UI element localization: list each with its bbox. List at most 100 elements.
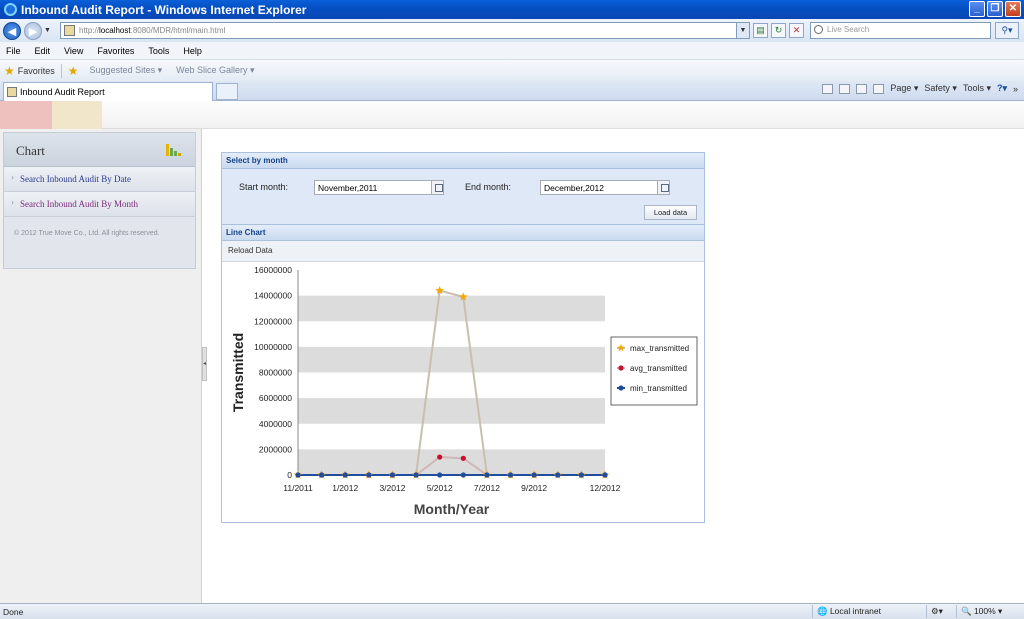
y-axis-title: Transmitted [230, 333, 246, 412]
y-tick-label: 2000000 [259, 444, 292, 454]
x-axis-title: Month/Year [414, 501, 490, 517]
point-min_transmitted [578, 472, 584, 478]
address-toolbar: ◀ ▶ ▼ http://localhost:8080/MDR/html/mai… [0, 19, 1024, 42]
history-dropdown[interactable]: ▼ [44, 27, 51, 34]
grid-band [298, 449, 605, 475]
start-calendar-icon[interactable] [431, 180, 444, 195]
line-chart-header: Line Chart [222, 225, 704, 241]
x-tick-label: 5/2012 [427, 483, 453, 493]
legend-label: max_transmitted [630, 344, 689, 353]
point-min_transmitted [413, 472, 419, 478]
menu-bar: File Edit View Favorites Tools Help [0, 42, 1024, 59]
x-tick-label: 1/2012 [332, 483, 358, 493]
x-tick-label: 3/2012 [379, 483, 405, 493]
zoom-control[interactable]: 🔍 100% ▾ [956, 605, 1018, 618]
point-min_transmitted [366, 472, 372, 478]
more-commands-chevron[interactable]: » [1013, 84, 1018, 94]
home-icon[interactable] [822, 83, 834, 94]
select-by-month-form: Start month: November,2011 End month: De… [222, 169, 704, 225]
reload-data-button[interactable]: Reload Data [228, 246, 272, 255]
reload-toolbar: Reload Data [222, 241, 704, 262]
protected-mode-icon[interactable]: ⚙▾ [926, 605, 954, 618]
point-min_transmitted [342, 472, 348, 478]
new-tab-button[interactable] [216, 83, 238, 100]
x-tick-label: 7/2012 [474, 483, 500, 493]
point-avg_transmitted [437, 454, 443, 460]
search-input[interactable]: Live Search [810, 22, 991, 39]
legend-label: min_transmitted [630, 384, 687, 393]
add-favorite-icon[interactable]: ★ [68, 64, 79, 78]
grid-band [298, 295, 605, 322]
help-icon[interactable]: ?▾ [997, 83, 1007, 94]
point-min_transmitted [555, 472, 561, 478]
end-month-label: End month: [465, 182, 512, 192]
menu-help[interactable]: Help [183, 46, 202, 56]
point-avg_transmitted [460, 455, 466, 461]
feeds-icon[interactable] [839, 83, 851, 94]
close-button[interactable]: ✕ [1005, 1, 1021, 17]
tools-menu[interactable]: Tools ▾ [963, 83, 991, 94]
point-min_transmitted [531, 472, 537, 478]
y-tick-label: 8000000 [259, 368, 292, 378]
minimize-button[interactable]: _ [969, 1, 985, 17]
line-chart-svg: 0 2000000 4000000 6000000 8000000 10000000 120… [230, 265, 698, 517]
point-min_transmitted [602, 472, 608, 478]
legend-marker [618, 385, 624, 391]
search-button[interactable]: ⚲▾ [995, 22, 1019, 39]
select-by-month-header: Select by month [222, 153, 704, 169]
y-tick-label: 10000000 [254, 342, 292, 352]
sidebar: Chart Search Inbound Audit By Date Searc… [0, 129, 202, 603]
maximize-button[interactable]: ❐ [987, 1, 1003, 17]
point-min_transmitted [437, 472, 443, 478]
print-icon[interactable] [873, 83, 885, 94]
menu-favorites[interactable]: Favorites [97, 46, 134, 56]
favorites-star-icon: ★ [4, 63, 15, 78]
command-bar: Page ▾ Safety ▾ Tools ▾ ?▾ » [822, 83, 1018, 94]
sidebar-item-search-by-date[interactable]: Search Inbound Audit By Date [4, 167, 195, 192]
back-button[interactable]: ◀ [3, 21, 21, 40]
compatibility-view-icon[interactable]: ▤ [753, 23, 768, 38]
sidebar-header: Chart [4, 133, 195, 167]
page-menu[interactable]: Page ▾ [890, 83, 918, 94]
point-min_transmitted [295, 472, 301, 478]
tab-favicon-icon [7, 87, 17, 97]
menu-tools[interactable]: Tools [148, 46, 169, 56]
page-banner [0, 101, 1024, 129]
address-input[interactable]: http://localhost:8080/MDR/html/main.html… [60, 22, 750, 39]
load-data-button[interactable]: Load data [644, 205, 697, 220]
sidebar-item-search-by-month[interactable]: Search Inbound Audit By Month [4, 192, 195, 217]
menu-view[interactable]: View [64, 46, 83, 56]
address-dropdown-icon[interactable]: ▼ [736, 23, 749, 38]
start-month-field[interactable]: November,2011 [314, 180, 444, 195]
y-tick-label: 4000000 [259, 419, 292, 429]
tab-inbound-audit-report[interactable]: Inbound Audit Report [3, 82, 213, 101]
end-month-field[interactable]: December,2012 [540, 180, 670, 195]
start-month-label: Start month: [239, 182, 289, 192]
y-tick-label: 6000000 [259, 393, 292, 403]
ie-logo-icon [4, 3, 17, 16]
menu-edit[interactable]: Edit [35, 46, 51, 56]
refresh-icon[interactable]: ↻ [771, 23, 786, 38]
favorites-button[interactable]: Favorites [18, 66, 55, 76]
web-slice-gallery-link[interactable]: Web Slice Gallery ▾ [176, 65, 254, 76]
stop-icon[interactable]: ✕ [789, 23, 804, 38]
status-text: Done [3, 607, 24, 617]
banner-block-left [0, 101, 52, 129]
x-tick-label: 9/2012 [521, 483, 547, 493]
collapse-splitter[interactable]: ◂ [202, 347, 207, 381]
end-calendar-icon[interactable] [657, 180, 670, 195]
menu-file[interactable]: File [6, 46, 21, 56]
window-title-bar: Inbound Audit Report - Windows Internet … [0, 0, 1024, 19]
point-min_transmitted [507, 472, 514, 478]
y-tick-label: 12000000 [254, 316, 292, 326]
banner-block-right [52, 101, 102, 129]
x-tick-label: 11/2011 [283, 483, 313, 493]
safety-menu[interactable]: Safety ▾ [924, 83, 957, 94]
window-title: Inbound Audit Report - Windows Internet … [21, 2, 307, 17]
sidebar-box: Chart Search Inbound Audit By Date Searc… [3, 132, 196, 269]
grid-band [298, 346, 605, 373]
forward-button[interactable]: ▶ [24, 21, 42, 40]
search-icon [814, 25, 823, 34]
suggested-sites-link[interactable]: Suggested Sites ▾ [90, 65, 163, 76]
mail-icon[interactable] [856, 83, 868, 94]
